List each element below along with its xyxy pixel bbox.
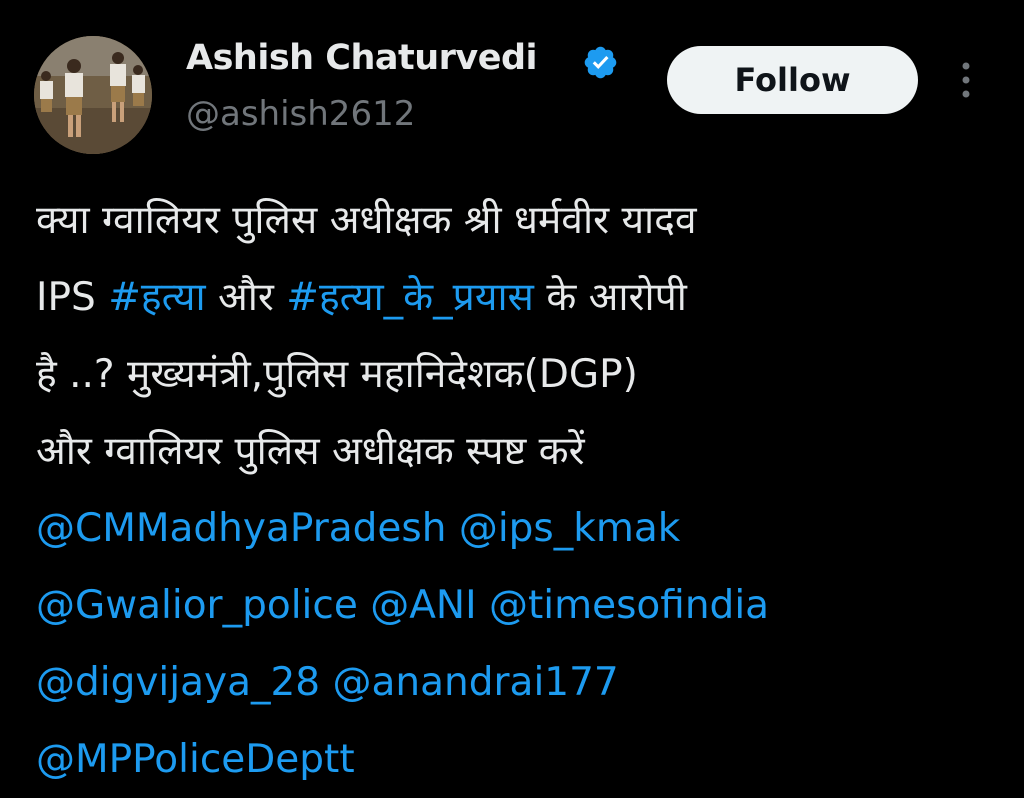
tweet-line: @MPPoliceDeptt [36, 721, 1016, 798]
author-handle[interactable]: @ashish2612 [186, 94, 415, 134]
mention-link[interactable]: @Gwalior_police [36, 583, 358, 628]
tweet-line: और ग्वालियर पुलिस अधीक्षक स्पष्ट करें [36, 429, 585, 474]
tweet-line: है ..? मुख्यमंत्री,पुलिस महानिदेशक(DGP) [36, 352, 638, 397]
tweet-text-segment: IPS [36, 275, 109, 320]
tweet-line: IPS #हत्या और #हत्या_के_प्रयास के आरोपी [36, 259, 1016, 336]
avatar[interactable] [34, 36, 152, 154]
mention-link[interactable]: @anandrai177 [333, 660, 619, 705]
tweet-line: @CMMadhyaPradesh @ips_kmak [36, 490, 1016, 567]
mention-link[interactable]: @ANI [370, 583, 476, 628]
mention-link[interactable]: @CMMadhyaPradesh [36, 506, 446, 551]
mention-link[interactable]: @timesofindia [489, 583, 769, 628]
tweet-text-segment: के आरोपी [533, 275, 687, 320]
tweet-line: @digvijaya_28 @anandrai177 [36, 644, 1016, 721]
more-vertical-icon[interactable] [952, 60, 980, 104]
tweet-text-segment: और [205, 275, 287, 320]
author-display-name[interactable]: Ashish Chaturvedi [186, 38, 538, 78]
mention-link[interactable]: @ips_kmak [459, 506, 680, 551]
mention-link[interactable]: @MPPoliceDeptt [36, 737, 355, 782]
verified-badge-icon [584, 46, 617, 79]
avatar-photo [34, 36, 152, 154]
tweet-line: @Gwalior_police @ANI @timesofindia [36, 567, 1016, 644]
hashtag-link[interactable]: #हत्या [108, 275, 205, 320]
hashtag-link[interactable]: #हत्या_के_प्रयास [286, 275, 534, 320]
mention-link[interactable]: @digvijaya_28 [36, 660, 320, 705]
tweet-line: क्या ग्वालियर पुलिस अधीक्षक श्री धर्मवीर… [36, 198, 697, 243]
follow-button[interactable]: Follow [667, 46, 918, 114]
tweet-text: क्या ग्वालियर पुलिस अधीक्षक श्री धर्मवीर… [36, 182, 1016, 798]
